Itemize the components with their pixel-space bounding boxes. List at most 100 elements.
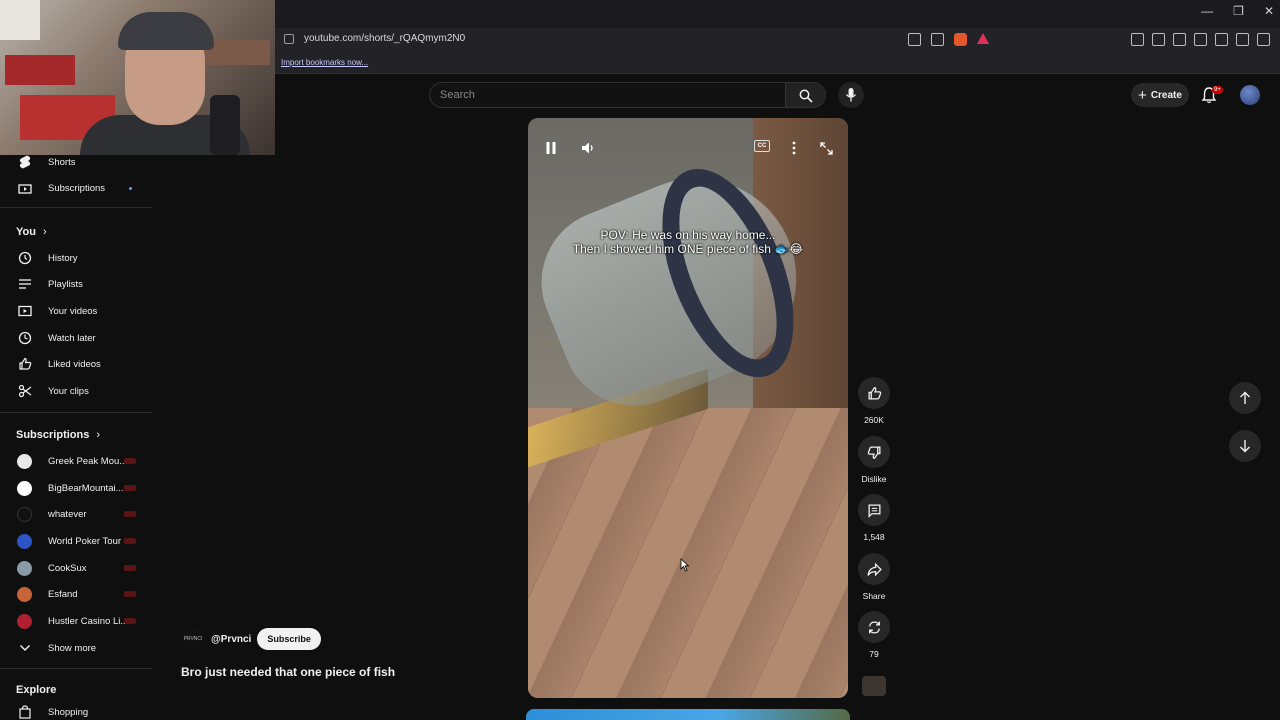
- sidebar-item-label: Playlists: [48, 278, 83, 290]
- ring-light: [0, 0, 40, 40]
- share-button[interactable]: Share: [858, 553, 890, 601]
- sidebar-item-label: Your videos: [48, 305, 98, 317]
- sidebar-channel[interactable]: CookSux: [0, 556, 152, 580]
- short-title[interactable]: Bro just needed that one piece of fish: [181, 665, 395, 679]
- live-indicator-icon: [124, 565, 136, 571]
- more-options-button[interactable]: [784, 138, 804, 158]
- pause-button[interactable]: [541, 138, 561, 158]
- brave-rewards-icon[interactable]: [977, 33, 989, 44]
- subscriptions-section-heading[interactable]: Subscriptions ›: [16, 429, 100, 441]
- fullscreen-button[interactable]: [816, 138, 836, 158]
- microphone-icon: [845, 88, 857, 102]
- caption-line: Then I showed him ONE piece of fish 🐟😂: [572, 242, 804, 256]
- sidebar-item-history[interactable]: History: [0, 246, 152, 270]
- sidebar-channel[interactable]: BigBearMountai...: [0, 476, 152, 500]
- captions-icon: CC: [757, 143, 767, 149]
- create-label: Create: [1150, 89, 1182, 101]
- sidebar-item-subscriptions[interactable]: Subscriptions: [0, 176, 152, 200]
- close-icon[interactable]: ✕: [1264, 4, 1274, 18]
- sidebar-item-liked-videos[interactable]: Liked videos: [0, 352, 152, 376]
- leo-ai-icon[interactable]: [1215, 33, 1228, 46]
- shorts-icon: [17, 155, 32, 170]
- previous-short-button[interactable]: [1229, 382, 1261, 414]
- caption-line: POV: He was on his way home...: [600, 228, 776, 242]
- sidebar-channel[interactable]: Hustler Casino Li...: [0, 609, 152, 633]
- search-button[interactable]: [786, 82, 826, 108]
- dislike-button[interactable]: Dislike: [858, 436, 890, 484]
- sidebar-toggle-icon[interactable]: [1173, 33, 1186, 46]
- menu-icon[interactable]: [1257, 33, 1270, 46]
- sidebar-item-playlists[interactable]: Playlists: [0, 272, 152, 296]
- dislike-label: Dislike: [861, 474, 887, 484]
- sidebar-item-your-videos[interactable]: Your videos: [0, 299, 152, 323]
- cast-icon[interactable]: [908, 33, 921, 46]
- search-icon: [799, 89, 813, 103]
- divider: [0, 668, 152, 669]
- vpn-icon[interactable]: [1236, 33, 1249, 46]
- sidebar-item-label: Greek Peak Mou...: [48, 455, 126, 467]
- sidebar-item-watch-later[interactable]: Watch later: [0, 326, 152, 350]
- remix-button[interactable]: 79: [858, 611, 890, 659]
- sidebar: Shorts Subscriptions You › History Playl…: [0, 150, 152, 720]
- live-indicator-icon: [124, 538, 136, 544]
- sidebar-channel[interactable]: whatever: [0, 502, 152, 526]
- sidebar-channel[interactable]: Greek Peak Mou...: [0, 449, 152, 473]
- sidebar-channel[interactable]: Esfand: [0, 582, 152, 606]
- import-bookmarks-link[interactable]: Import bookmarks now...: [281, 58, 368, 67]
- arrow-up-icon: [1240, 391, 1250, 404]
- explore-heading-label: Explore: [16, 684, 57, 696]
- browser-toolbar: [1131, 33, 1270, 46]
- sidebar-item-label: Watch later: [48, 332, 96, 344]
- sidebar-item-shopping[interactable]: Shopping: [0, 700, 152, 720]
- show-more-button[interactable]: Show more: [0, 636, 152, 660]
- like-button[interactable]: 260K: [858, 377, 890, 425]
- channel-handle[interactable]: @Prvnci: [211, 634, 251, 645]
- sidebar-item-label: Shorts: [48, 156, 76, 168]
- you-section-heading[interactable]: You ›: [16, 226, 47, 238]
- dislike-icon: [858, 436, 890, 468]
- channel-avatar: [17, 613, 32, 629]
- sidebar-channel[interactable]: World Poker Tour: [0, 529, 152, 553]
- comment-count: 1,548: [863, 532, 885, 542]
- sidebar-item-your-clips[interactable]: Your clips: [0, 379, 152, 403]
- sidebar-item-label: Esfand: [48, 588, 78, 600]
- sidebar-item-label: Liked videos: [48, 358, 101, 370]
- like-icon: [17, 357, 32, 372]
- volume-button[interactable]: [578, 138, 598, 158]
- screenshot-icon[interactable]: [1131, 33, 1144, 46]
- subscribe-button[interactable]: Subscribe: [257, 628, 321, 650]
- voice-search-button[interactable]: [838, 82, 864, 108]
- media-icon[interactable]: [1152, 33, 1165, 46]
- next-short-button[interactable]: [1229, 430, 1261, 462]
- live-indicator-icon: [124, 458, 136, 464]
- notifications-badge: 9+: [1212, 86, 1223, 94]
- search-placeholder: Search: [440, 89, 475, 101]
- restore-icon[interactable]: ❐: [1233, 4, 1244, 18]
- search-input[interactable]: Search: [429, 82, 786, 108]
- sidebar-item-label: Hustler Casino Li...: [48, 615, 126, 627]
- sidebar-item-label: Your clips: [48, 385, 89, 397]
- channel-logo[interactable]: PRVNCI: [181, 628, 205, 650]
- captions-button[interactable]: CC: [754, 140, 770, 152]
- sidebar-item-label: BigBearMountai...: [48, 482, 124, 494]
- site-info-icon[interactable]: [284, 33, 294, 44]
- share-page-icon[interactable]: [931, 33, 944, 46]
- account-avatar[interactable]: [1240, 85, 1260, 105]
- divider: [0, 412, 152, 413]
- brave-shields-icon[interactable]: [954, 33, 967, 46]
- sound-thumbnail[interactable]: [862, 676, 886, 696]
- create-button[interactable]: + Create: [1131, 83, 1189, 107]
- history-icon: [17, 251, 32, 266]
- live-indicator-icon: [124, 485, 136, 491]
- subscriptions-icon: [17, 181, 32, 196]
- channel-avatar: [17, 506, 32, 522]
- url-field[interactable]: youtube.com/shorts/_rQAQmym2N0: [284, 33, 465, 44]
- like-count: 260K: [864, 415, 884, 425]
- shelf: [5, 55, 75, 85]
- next-short-preview[interactable]: [526, 709, 850, 720]
- minimize-icon[interactable]: —: [1201, 4, 1213, 18]
- url-text[interactable]: youtube.com/shorts/_rQAQmym2N0: [304, 33, 465, 44]
- wallet-icon[interactable]: [1194, 33, 1207, 46]
- comments-button[interactable]: 1,548: [858, 494, 890, 542]
- shorts-video-player[interactable]: CC POV: He was on his way home... Then I…: [528, 118, 848, 698]
